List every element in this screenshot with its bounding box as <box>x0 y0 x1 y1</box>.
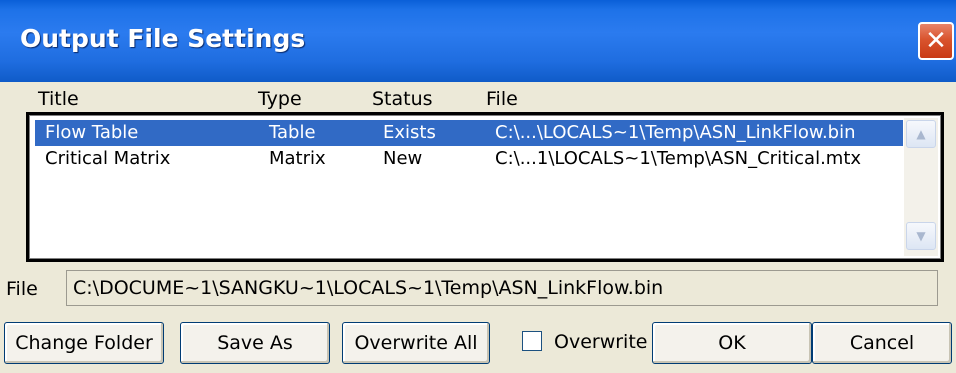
row-title: Flow Table <box>45 122 139 143</box>
list-item[interactable]: Flow Table Table Exists C:\...\LOCALS~1\… <box>35 120 903 146</box>
row-type: Matrix <box>269 148 326 169</box>
vertical-scrollbar[interactable]: ▲ ▼ <box>904 118 938 256</box>
chevron-up-icon: ▲ <box>916 127 926 141</box>
row-file: C:\...1\LOCALS~1\Temp\ASN_Critical.mtx <box>495 148 862 169</box>
close-button[interactable]: ✕ <box>918 22 954 60</box>
output-file-list[interactable]: Flow Table Table Exists C:\...\LOCALS~1\… <box>26 112 944 262</box>
column-header-file[interactable]: File <box>486 88 518 110</box>
save-as-button[interactable]: Save As <box>180 322 330 364</box>
overwrite-all-button[interactable]: Overwrite All <box>342 322 490 364</box>
column-header-type[interactable]: Type <box>258 88 302 110</box>
column-header-status[interactable]: Status <box>372 88 433 110</box>
scroll-up-button[interactable]: ▲ <box>906 120 936 148</box>
ok-button[interactable]: OK <box>652 322 812 364</box>
row-file: C:\...\LOCALS~1\Temp\ASN_LinkFlow.bin <box>495 122 856 143</box>
change-folder-button[interactable]: Change Folder <box>4 322 164 364</box>
row-status: Exists <box>383 122 436 143</box>
list-item[interactable]: Critical Matrix Matrix New C:\...1\LOCAL… <box>35 146 903 172</box>
row-type: Table <box>269 122 316 143</box>
overwrite-checkbox[interactable] <box>522 331 542 351</box>
close-icon: ✕ <box>925 26 947 56</box>
file-path-field[interactable]: C:\DOCUME~1\SANGKU~1\LOCALS~1\Temp\ASN_L… <box>66 270 938 306</box>
cancel-button[interactable]: Cancel <box>812 322 952 364</box>
title-bar: Output File Settings ✕ <box>0 0 956 82</box>
row-status: New <box>383 148 423 169</box>
overwrite-checkbox-label[interactable]: Overwrite <box>554 331 647 353</box>
window-title: Output File Settings <box>20 24 306 53</box>
scroll-down-button[interactable]: ▼ <box>906 222 936 250</box>
file-label: File <box>6 278 38 300</box>
row-title: Critical Matrix <box>45 148 171 169</box>
column-header-title[interactable]: Title <box>38 88 79 110</box>
chevron-down-icon: ▼ <box>916 229 926 243</box>
